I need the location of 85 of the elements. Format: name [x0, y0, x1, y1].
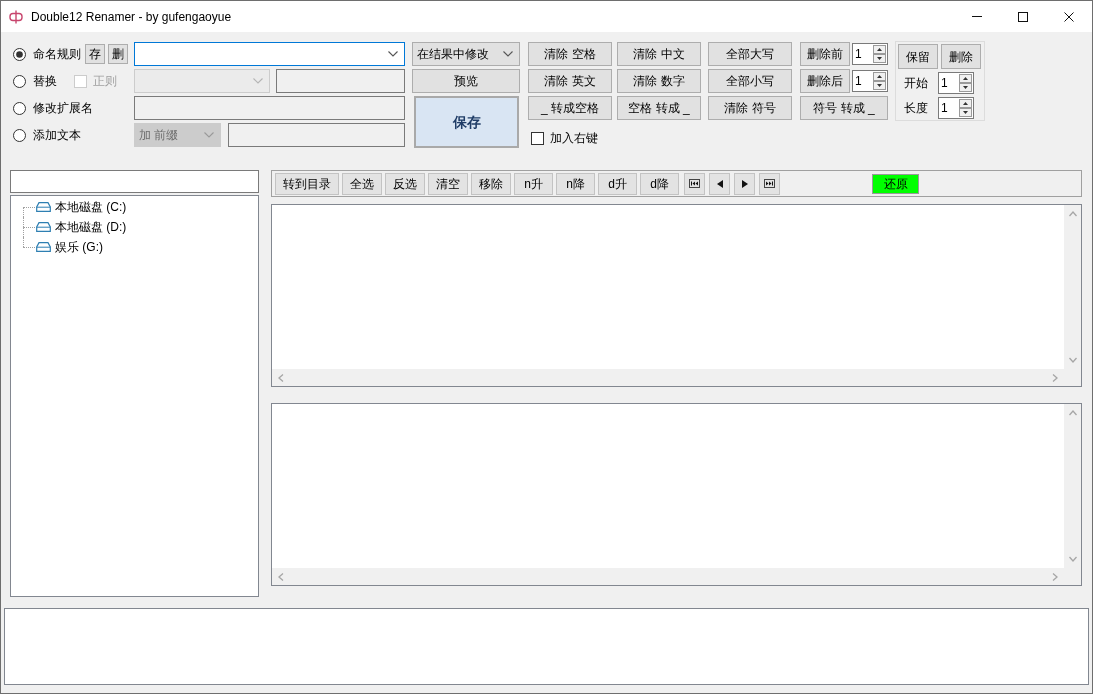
- keep-button[interactable]: 保留: [898, 44, 938, 69]
- toolbar-button[interactable]: n升: [514, 172, 553, 195]
- number-spinner[interactable]: 1: [938, 97, 974, 119]
- number-spinner[interactable]: 1: [852, 43, 888, 65]
- save-rule-button[interactable]: 存: [85, 44, 105, 64]
- chevron-down-icon: [253, 78, 263, 84]
- delete-button[interactable]: 删除: [941, 44, 981, 69]
- skip-back-icon: [689, 179, 700, 188]
- maximize-icon: [1018, 11, 1028, 22]
- spin-arrows-icon[interactable]: [873, 45, 886, 63]
- chevron-down-icon: [204, 132, 214, 138]
- rename-action-button[interactable]: 全部大写: [708, 42, 792, 66]
- toolbar-icon-button[interactable]: [684, 172, 705, 195]
- rename-action-button[interactable]: 清除 中文: [617, 42, 701, 66]
- toolbar-button[interactable]: 全选: [342, 172, 382, 195]
- rename-action-button[interactable]: 清除 空格: [528, 42, 612, 66]
- toolbar-button[interactable]: n降: [556, 172, 595, 195]
- path-field[interactable]: [10, 170, 259, 193]
- chevron-left-icon: [278, 572, 284, 581]
- toolbar-icon-button[interactable]: [734, 172, 755, 195]
- rename-action-button[interactable]: 清除 数字: [617, 69, 701, 93]
- window-title: Double12 Renamer - by gufengaoyue: [31, 8, 232, 26]
- rename-action-button[interactable]: 清除 符号: [708, 96, 792, 120]
- save-button[interactable]: 保存: [414, 96, 519, 148]
- horizontal-scrollbar[interactable]: [272, 369, 1064, 386]
- drive-icon: [36, 242, 51, 252]
- radio-option[interactable]: 替换: [13, 72, 57, 90]
- toolbar-icon-button[interactable]: [709, 172, 730, 195]
- trim-button[interactable]: 删除前: [800, 42, 850, 66]
- toolbar-button[interactable]: d降: [640, 172, 679, 195]
- vertical-scrollbar[interactable]: [1064, 205, 1081, 369]
- rename-action-button[interactable]: 全部小写: [708, 69, 792, 93]
- rename-action-button[interactable]: 清除 英文: [528, 69, 612, 93]
- rename-action-button[interactable]: 符号 转成 _: [800, 96, 888, 120]
- delete-rule-button[interactable]: 删: [108, 44, 128, 64]
- vertical-scrollbar[interactable]: [1064, 404, 1081, 568]
- rename-action-button[interactable]: _ 转成空格: [528, 96, 612, 120]
- chevron-down-icon: [503, 51, 513, 57]
- toolbar-button[interactable]: 反选: [385, 172, 425, 195]
- toolbar-button[interactable]: 转到目录: [275, 172, 339, 195]
- chevron-right-icon: [1052, 373, 1058, 382]
- rename-action-button[interactable]: 空格 转成 _: [617, 96, 701, 120]
- chevron-down-icon: [388, 51, 398, 57]
- minimize-icon: [972, 16, 982, 17]
- combo-box[interactable]: [134, 42, 405, 66]
- number-spinner[interactable]: 1: [938, 72, 974, 94]
- toolbar-button[interactable]: 移除: [471, 172, 511, 195]
- chevron-left-icon: [278, 373, 284, 382]
- spin-arrows-icon[interactable]: [959, 99, 972, 117]
- drive-icon: [36, 202, 51, 212]
- checkbox-option[interactable]: 加入右键: [531, 129, 598, 147]
- spinner-label: 开始: [904, 75, 929, 92]
- chevron-down-icon: [1068, 556, 1077, 562]
- tree-item[interactable]: 本地磁盘 (C:): [36, 198, 127, 216]
- preview-button[interactable]: 预览: [412, 69, 520, 93]
- chevron-down-icon: [1068, 357, 1077, 363]
- text-field[interactable]: [276, 69, 405, 93]
- close-icon: [1064, 11, 1074, 22]
- horizontal-scrollbar[interactable]: [272, 568, 1064, 585]
- app-icon: [9, 9, 23, 24]
- triangle-left-icon: [716, 179, 723, 188]
- radio-option[interactable]: 命名规则: [13, 45, 81, 63]
- spinner-label: 长度: [904, 100, 929, 117]
- restore-button[interactable]: 还原: [872, 173, 919, 194]
- skip-forward-icon: [764, 179, 775, 188]
- radio-option[interactable]: 修改扩展名: [13, 99, 93, 117]
- triangle-right-icon: [741, 179, 748, 188]
- apply-mode-dropdown[interactable]: 在结果中修改: [412, 42, 520, 66]
- number-spinner[interactable]: 1: [852, 70, 888, 92]
- tree-item[interactable]: 本地磁盘 (D:): [36, 218, 127, 236]
- spin-arrows-icon[interactable]: [959, 74, 972, 92]
- tree-item[interactable]: 娱乐 (G:): [36, 238, 103, 256]
- spin-arrows-icon[interactable]: [873, 72, 886, 90]
- drive-icon: [36, 222, 51, 232]
- text-field[interactable]: [228, 123, 405, 147]
- trim-button[interactable]: 删除后: [800, 69, 850, 93]
- toolbar-icon-button[interactable]: [759, 172, 780, 195]
- chevron-up-icon: [1068, 410, 1077, 416]
- chevron-up-icon: [1068, 211, 1077, 217]
- radio-option[interactable]: 添加文本: [13, 126, 81, 144]
- chevron-right-icon: [1052, 572, 1058, 581]
- text-field[interactable]: [134, 96, 405, 120]
- toolbar-button[interactable]: d升: [598, 172, 637, 195]
- log-area[interactable]: [4, 608, 1089, 685]
- toolbar-button[interactable]: 清空: [428, 172, 468, 195]
